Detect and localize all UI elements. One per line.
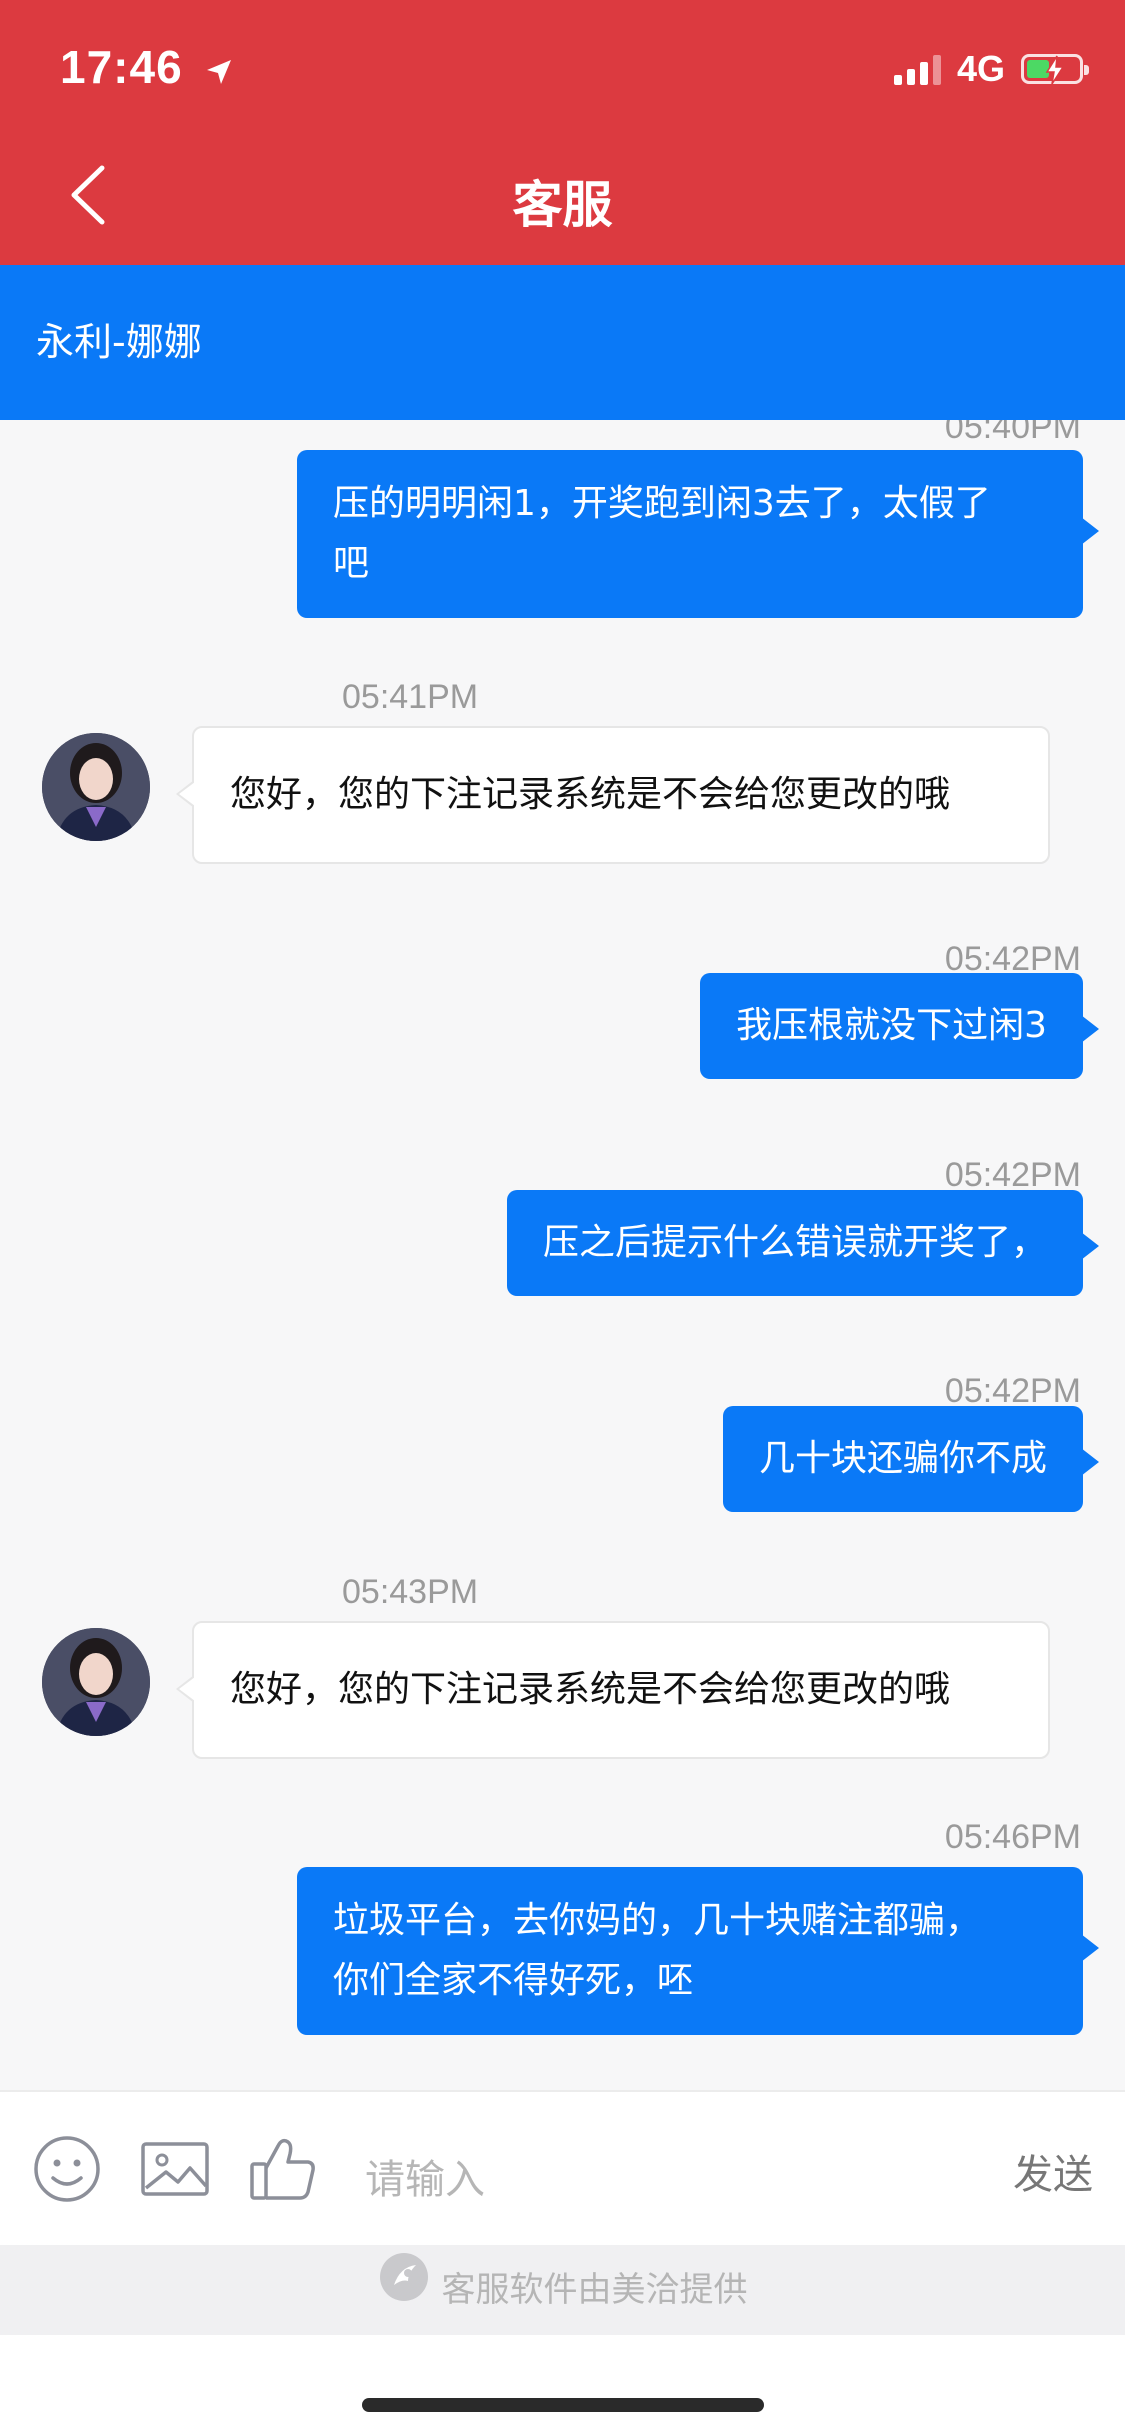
message-text-line: 几十块还骗你不成 — [758, 1438, 1047, 1479]
message-timestamp: 05:41PM — [342, 678, 479, 716]
page-title: 客服 — [512, 176, 613, 234]
message-input[interactable]: 请输入 — [365, 2147, 485, 2205]
send-button[interactable]: 发送 — [1013, 2142, 1093, 2200]
agent-avatar — [42, 733, 150, 841]
thumbs-up-icon — [250, 2138, 315, 2200]
app-header: 17:46 4G 客服 — [0, 0, 1125, 265]
footer-text: 客服软件由美洽提供 — [441, 2270, 748, 2310]
agent-avatar — [42, 1628, 150, 1736]
emoji-icon — [34, 2136, 100, 2202]
outgoing-message-bubble[interactable]: 几十块还骗你不成 — [722, 1406, 1100, 1512]
network-label: 4G — [956, 48, 1005, 89]
message-text-line: 垃圾平台，去你妈的，几十块赌注都骗， — [333, 1900, 982, 1941]
meiqia-logo-icon — [378, 2247, 430, 2337]
message-timestamp: 05:43PM — [342, 1573, 479, 1611]
message-text-line: 您好，您的下注记录系统是不会给您更改的哦 — [230, 774, 951, 815]
agent-name-bar: 永利-娜娜 — [0, 265, 1125, 420]
outgoing-message-bubble[interactable]: 垃圾平台，去你妈的，几十块赌注都骗， 你们全家不得好死，呸 — [297, 1867, 1099, 2035]
image-icon — [141, 2142, 209, 2196]
status-indicators: 4G — [893, 48, 1089, 90]
message-text-line: 我压根就没下过闲3 — [736, 1005, 1047, 1046]
thumbs-up-button[interactable] — [248, 2134, 318, 2204]
message-timestamp: 05:46PM — [944, 1818, 1081, 1856]
message-text-line: 你们全家不得好死，呸 — [333, 1960, 694, 2001]
incoming-message-bubble[interactable]: 您好，您的下注记录系统是不会给您更改的哦 — [176, 1621, 1050, 1759]
bottom-safe-area — [0, 2335, 1125, 2436]
outgoing-message-bubble[interactable]: 压的明明闲1，开奖跑到闲3去了，太假了 吧 — [297, 450, 1099, 618]
chat-message-list[interactable]: 05:40PM 压的明明闲1，开奖跑到闲3去了，太假了 吧 05:41PM 您好… — [0, 420, 1125, 2090]
message-timestamp: 05:40PM — [944, 420, 1081, 446]
message-text-line: 您好，您的下注记录系统是不会给您更改的哦 — [230, 1669, 951, 1710]
signal-icon — [893, 53, 941, 85]
message-text-line: 压的明明闲1，开奖跑到闲3去了，太假了 — [333, 483, 991, 524]
incoming-message-bubble[interactable]: 您好，您的下注记录系统是不会给您更改的哦 — [176, 726, 1050, 864]
image-button[interactable] — [140, 2134, 210, 2204]
outgoing-message-bubble[interactable]: 压之后提示什么错误就开奖了， — [506, 1190, 1100, 1296]
emoji-button[interactable] — [32, 2134, 102, 2204]
message-composer: 请输入 发送 — [0, 2090, 1125, 2245]
agent-name: 永利-娜娜 — [36, 320, 202, 364]
location-arrow-icon — [204, 44, 234, 98]
powered-by-footer: 客服软件由美洽提供 — [0, 2245, 1125, 2335]
home-indicator[interactable] — [362, 2398, 764, 2412]
message-text-line: 吧 — [333, 543, 370, 584]
battery-icon — [1021, 54, 1089, 85]
outgoing-message-bubble[interactable]: 我压根就没下过闲3 — [700, 973, 1099, 1079]
status-time: 17:46 — [60, 40, 234, 98]
status-time-text: 17:46 — [60, 41, 183, 93]
message-text-line: 压之后提示什么错误就开奖了， — [542, 1222, 1047, 1263]
